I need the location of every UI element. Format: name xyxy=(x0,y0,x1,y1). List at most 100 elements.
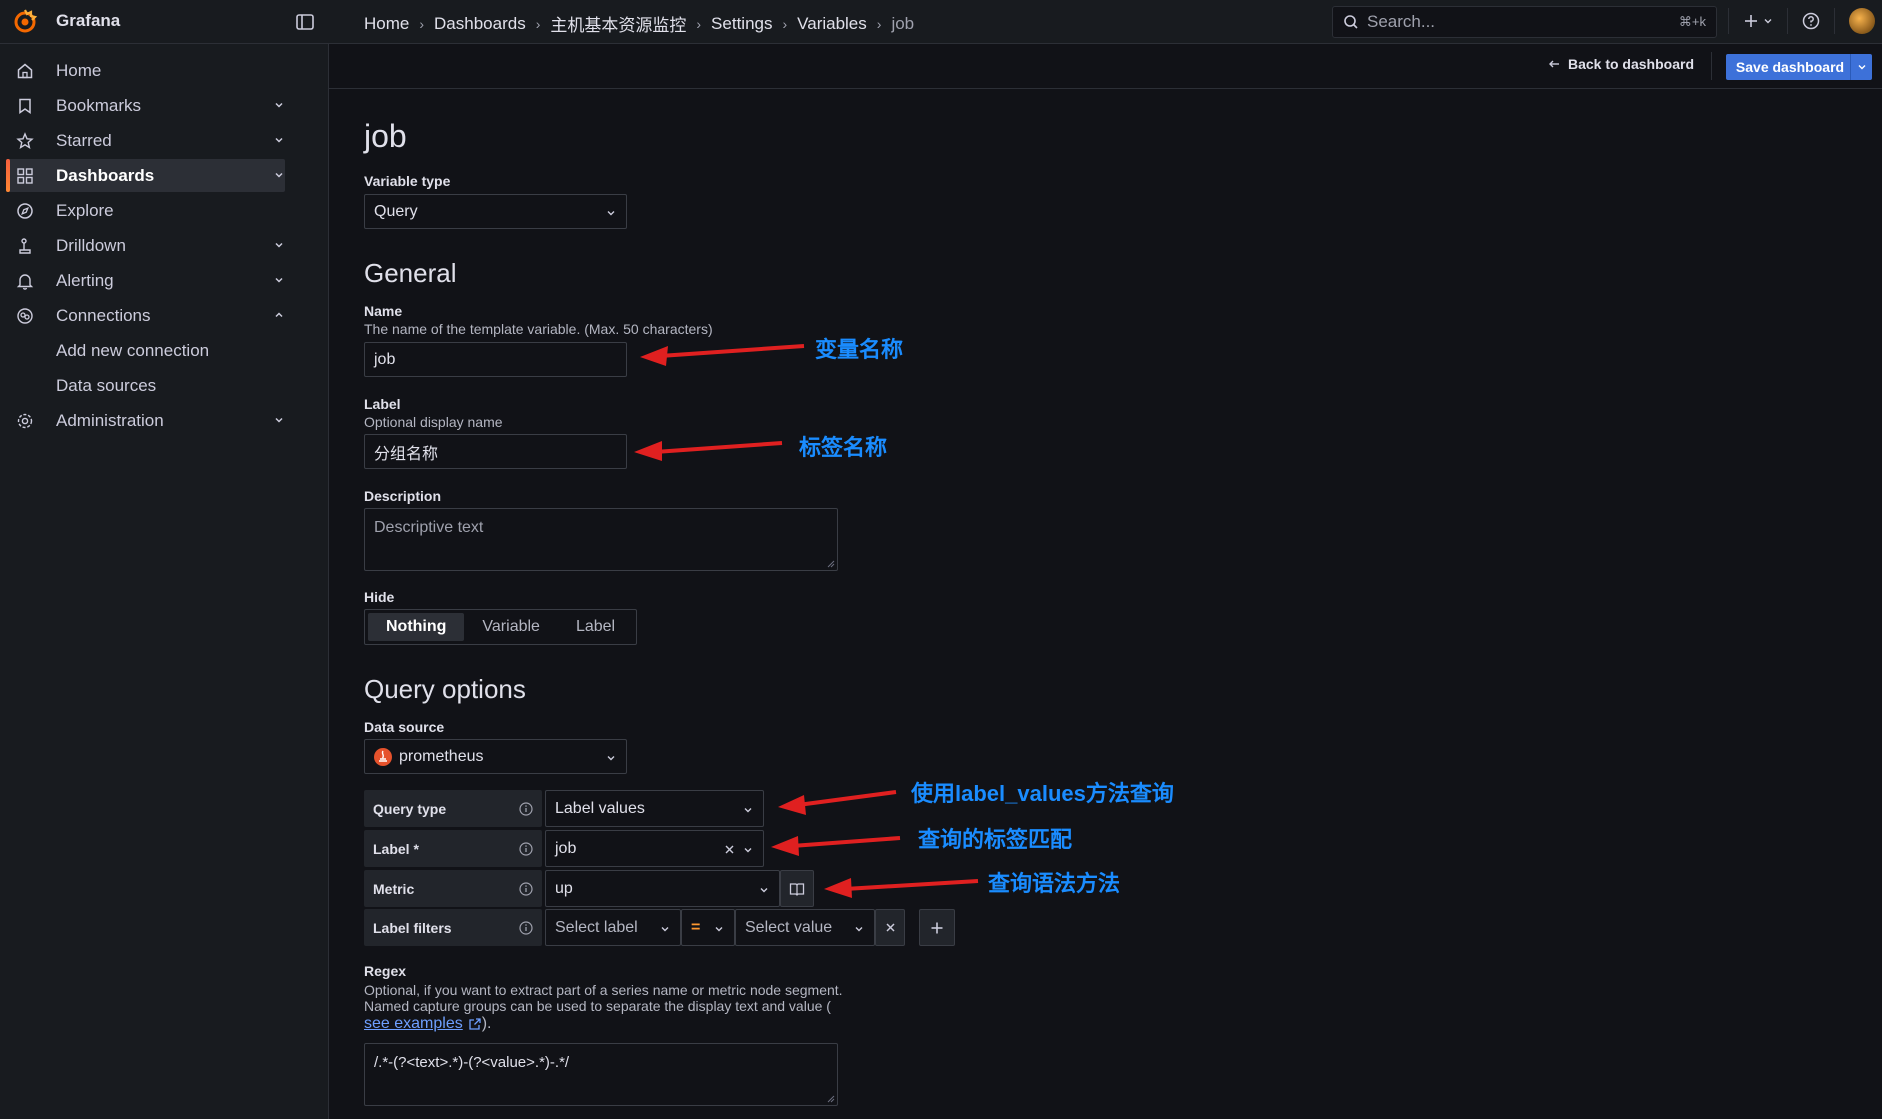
save-options-chevron-down-icon[interactable] xyxy=(1850,54,1872,80)
search-icon xyxy=(1344,15,1358,29)
regex-label: Regex xyxy=(364,963,407,979)
home-icon xyxy=(17,63,33,79)
breadcrumb-variables[interactable]: Variables xyxy=(797,14,867,34)
breadcrumb-dashboard[interactable]: 主机基本资源监控 xyxy=(550,11,686,36)
sidebar-item-alerting[interactable]: Alerting xyxy=(6,264,285,297)
query-type-select[interactable]: Label values xyxy=(545,790,764,827)
sidebar-item-home[interactable]: Home xyxy=(6,54,285,87)
sidebar-item-connections[interactable]: Connections xyxy=(6,299,285,332)
resize-grip-icon[interactable] xyxy=(827,560,835,568)
name-value: job xyxy=(374,350,396,368)
chevron-down-icon[interactable] xyxy=(273,239,285,251)
chevron-up-icon[interactable] xyxy=(273,309,285,321)
annotation-metric: 查询语法方法 xyxy=(988,871,1121,896)
sidebar-item-starred[interactable]: Starred xyxy=(6,124,285,157)
filter-operator-select[interactable]: = xyxy=(681,909,735,946)
dock-menu-icon[interactable] xyxy=(295,12,315,32)
plus-icon xyxy=(1745,15,1757,27)
variable-type-select[interactable]: Query xyxy=(364,194,627,229)
hide-label: Hide xyxy=(364,589,395,605)
label-name-label: Label * xyxy=(364,830,542,867)
search-placeholder: Search... xyxy=(1367,12,1436,31)
description-field[interactable]: Descriptive text xyxy=(364,508,838,571)
new-menu-button[interactable] xyxy=(1743,13,1773,29)
save-dashboard-button[interactable]: Save dashboard xyxy=(1726,54,1872,80)
bell-icon xyxy=(16,274,34,290)
info-icon[interactable] xyxy=(519,842,533,856)
breadcrumb-separator: › xyxy=(419,15,425,32)
brand-name: Grafana xyxy=(56,11,121,30)
add-filter-button[interactable] xyxy=(919,909,955,946)
resize-grip-icon[interactable] xyxy=(827,1095,835,1103)
metric-label: Metric xyxy=(364,870,542,907)
search-shortcut: ⌘+k xyxy=(1678,14,1706,29)
variable-type-value: Query xyxy=(374,202,418,220)
brand[interactable]: Grafana xyxy=(12,8,120,34)
chevron-down-icon xyxy=(1764,19,1772,24)
dashboard-action-bar: Back to dashboard Save dashboard xyxy=(329,44,1882,89)
divider xyxy=(1728,8,1729,34)
datasource-select[interactable]: prometheus xyxy=(364,739,627,774)
search-input[interactable]: Search... ⌘+k xyxy=(1332,6,1717,38)
back-to-dashboard-button[interactable]: Back to dashboard xyxy=(1548,56,1694,72)
chevron-down-icon xyxy=(607,211,615,216)
chevron-down-icon[interactable] xyxy=(273,99,285,111)
external-link-icon[interactable] xyxy=(468,1017,482,1031)
page-title: job xyxy=(364,118,407,154)
breadcrumb-separator: › xyxy=(696,15,702,32)
label-field[interactable]: 分组名称 xyxy=(364,434,627,469)
see-examples-link[interactable]: see examples xyxy=(364,1016,463,1032)
breadcrumb-settings[interactable]: Settings xyxy=(711,14,772,34)
metric-select[interactable]: up xyxy=(545,870,780,907)
regex-description-line-2: Named capture groups can be used to sepa… xyxy=(364,998,831,1014)
chevron-down-icon xyxy=(744,848,752,853)
name-label: Name xyxy=(364,303,403,319)
sidebar-item-data-sources[interactable]: Data sources xyxy=(6,369,285,402)
book-open-icon xyxy=(789,882,805,896)
label-value: 分组名称 xyxy=(374,445,439,463)
sidebar-item-bookmarks[interactable]: Bookmarks xyxy=(6,89,285,122)
top-actions xyxy=(1728,8,1875,34)
sidebar-item-label: Alerting xyxy=(56,270,114,290)
hide-option-nothing[interactable]: Nothing xyxy=(368,613,465,641)
sidebar-item-drilldown[interactable]: Drilldown xyxy=(6,229,285,262)
chevron-down-icon[interactable] xyxy=(273,414,285,426)
label-name-select[interactable]: job xyxy=(545,830,764,867)
info-icon[interactable] xyxy=(519,882,533,896)
bookmark-icon xyxy=(19,98,31,114)
filter-value-placeholder: Select value xyxy=(745,918,833,936)
top-bar: Grafana Home › Dashboards › 主机基本资源监控 › S… xyxy=(0,0,1882,44)
sidebar-item-label: Drilldown xyxy=(56,235,126,255)
query-type-row: Query type Label values xyxy=(364,790,764,827)
info-icon[interactable] xyxy=(519,921,533,935)
hide-option-variable[interactable]: Variable xyxy=(464,613,558,641)
name-field[interactable]: job xyxy=(364,342,627,377)
remove-filter-button[interactable] xyxy=(875,909,905,946)
help-icon[interactable] xyxy=(1802,12,1820,30)
avatar[interactable] xyxy=(1849,8,1875,34)
filter-operator-value: = xyxy=(691,918,701,936)
chevron-down-icon[interactable] xyxy=(273,134,285,146)
regex-field[interactable]: /.*-(?<text>.*)-(?<value>.*)-.*/ xyxy=(364,1043,838,1106)
sidebar-item-administration[interactable]: Administration xyxy=(6,404,285,437)
sidebar-item-add-new-connection[interactable]: Add new connection xyxy=(6,334,285,367)
breadcrumb-dashboards[interactable]: Dashboards xyxy=(434,14,526,34)
connections-icon xyxy=(17,308,33,324)
save-dashboard-label: Save dashboard xyxy=(1735,59,1845,75)
filter-value-select[interactable]: Select value xyxy=(735,909,875,946)
hide-option-label[interactable]: Label xyxy=(558,613,633,641)
filter-label-select[interactable]: Select label xyxy=(545,909,681,946)
clear-icon[interactable] xyxy=(724,844,735,855)
chevron-down-icon[interactable] xyxy=(273,169,285,181)
info-icon[interactable] xyxy=(519,802,533,816)
sidebar-item-explore[interactable]: Explore xyxy=(6,194,285,227)
chevron-down-icon[interactable] xyxy=(273,274,285,286)
metrics-explorer-button[interactable] xyxy=(780,870,814,907)
breadcrumb-home[interactable]: Home xyxy=(364,14,409,34)
label-description: Optional display name xyxy=(364,414,503,430)
sidebar-item-dashboards[interactable]: Dashboards xyxy=(6,159,285,192)
regex-description-line-1: Optional, if you want to extract part of… xyxy=(364,982,843,998)
divider xyxy=(1711,52,1712,80)
hide-radio-group: Nothing Variable Label xyxy=(364,609,638,645)
sidebar-item-label: Home xyxy=(56,60,102,80)
